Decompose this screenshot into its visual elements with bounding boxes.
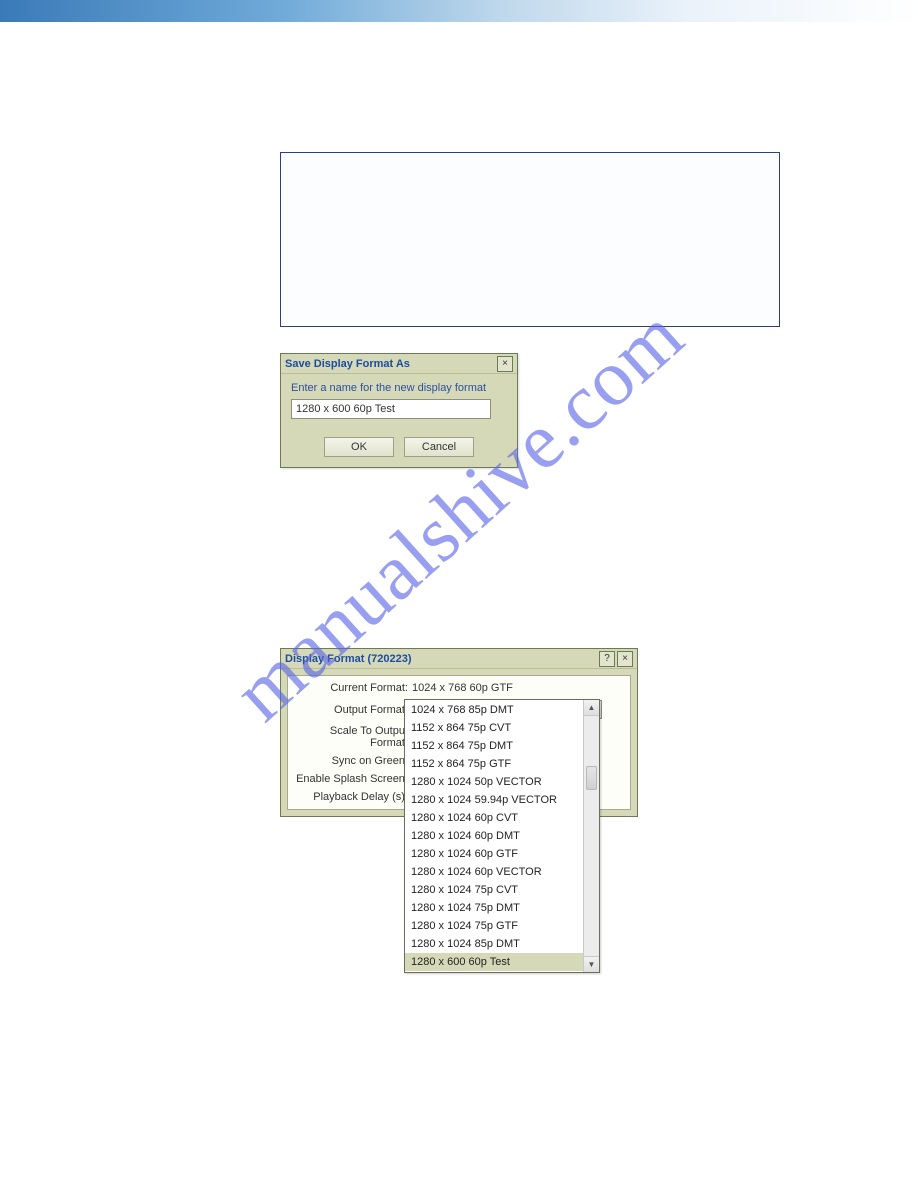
dropdown-option[interactable]: 1280 x 1024 75p DMT [405,899,583,917]
format-name-input[interactable] [291,399,491,419]
dropdown-option[interactable]: 1280 x 600 60p Test [405,953,583,971]
cancel-button[interactable]: Cancel [404,437,474,457]
dialog-title: Display Format (720223) [285,653,599,665]
dialog-titlebar: Save Display Format As × [281,354,517,374]
close-button[interactable]: × [617,651,633,667]
dropdown-option[interactable]: 1280 x 1024 59.94p VECTOR [405,791,583,809]
save-display-format-dialog: Save Display Format As × Enter a name fo… [280,353,518,468]
scroll-thumb[interactable] [586,766,597,790]
dropdown-option[interactable]: 1280 x 1024 75p GTF [405,917,583,935]
dropdown-option[interactable]: 1152 x 864 75p DMT [405,737,583,755]
scroll-down-icon[interactable]: ▼ [584,956,599,972]
dropdown-option[interactable]: 1280 x 1024 85p DMT [405,935,583,953]
content-placeholder-box [280,152,780,327]
dropdown-option[interactable]: 1280 x 1024 60p DMT [405,827,583,845]
dropdown-option[interactable]: 1280 x 1024 60p GTF [405,845,583,863]
dropdown-option[interactable]: 1280 x 1024 60p CVT [405,809,583,827]
dialog-title: Save Display Format As [285,358,497,370]
output-format-label: Output Format: [294,704,412,716]
current-format-label: Current Format: [294,682,412,694]
dropdown-scrollbar[interactable]: ▲ ▼ [583,700,599,972]
header-gradient-bar [0,0,918,22]
ok-button[interactable]: OK [324,437,394,457]
sync-on-green-label: Sync on Green: [294,755,412,767]
dialog-body: Enter a name for the new display format [281,374,517,429]
scale-to-output-label: Scale To Output Format: [294,725,412,749]
dropdown-list: 1024 x 768 85p DMT1152 x 864 75p CVT1152… [405,700,583,972]
dropdown-option[interactable]: 1280 x 1024 50p VECTOR [405,773,583,791]
output-format-dropdown: 1024 x 768 85p DMT1152 x 864 75p CVT1152… [404,699,600,973]
dropdown-option[interactable]: 1280 x 1024 75p CVT [405,881,583,899]
display-format-dialog: Display Format (720223) ? × Current Form… [280,648,638,817]
enable-splash-label: Enable Splash Screen: [294,773,412,785]
scroll-track[interactable] [584,716,599,956]
close-button[interactable]: × [497,356,513,372]
scroll-up-icon[interactable]: ▲ [584,700,599,716]
help-button[interactable]: ? [599,651,615,667]
current-format-value: 1024 x 768 60p GTF [412,682,513,694]
dialog-button-row: OK Cancel [281,429,517,467]
dialog-titlebar: Display Format (720223) ? × [281,649,637,669]
dropdown-option[interactable]: 1280 x 1024 60p VECTOR [405,863,583,881]
dropdown-option[interactable]: 1024 x 768 85p DMT [405,701,583,719]
dropdown-option[interactable]: 1152 x 864 75p GTF [405,755,583,773]
save-prompt-label: Enter a name for the new display format [291,382,507,394]
dropdown-option[interactable]: 1152 x 864 75p CVT [405,719,583,737]
current-format-row: Current Format: 1024 x 768 60p GTF [294,682,624,694]
playback-delay-label: Playback Delay (s): [294,791,412,803]
